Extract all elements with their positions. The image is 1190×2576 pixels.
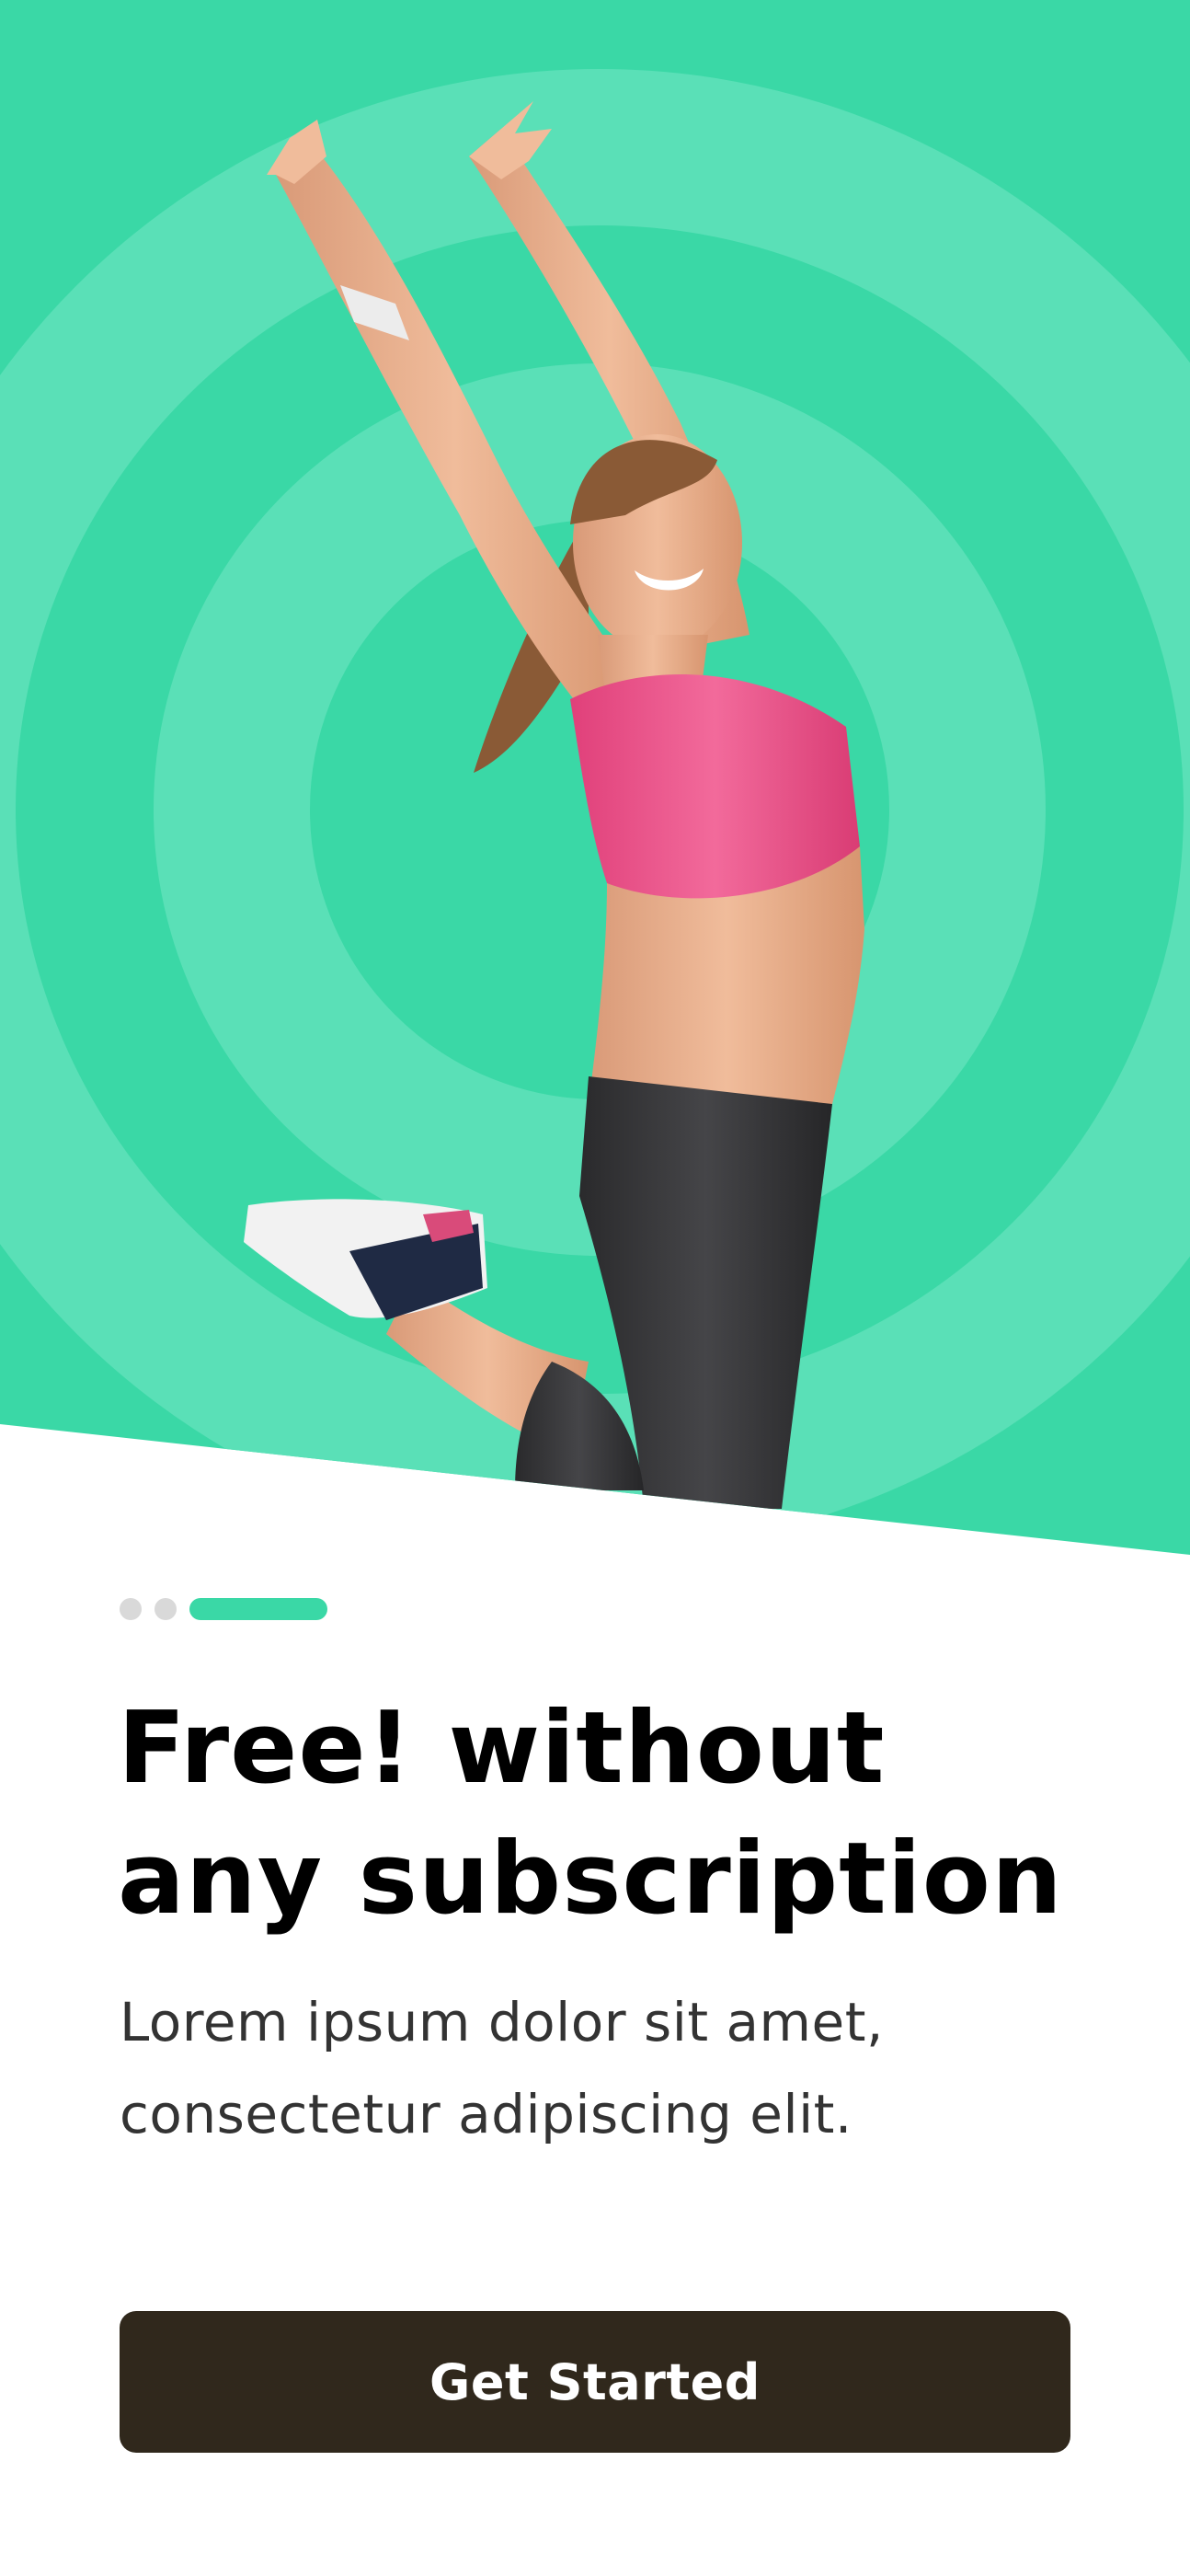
pager-dot-2[interactable] xyxy=(154,1598,177,1620)
onboarding-screen: Free! without any subscription Lorem ips… xyxy=(0,0,1190,2576)
get-started-button[interactable]: Get Started xyxy=(120,2311,1070,2453)
hero-section xyxy=(0,0,1190,1564)
onboarding-title: Free! without any subscription xyxy=(118,1691,1063,1937)
onboarding-pager xyxy=(120,1598,327,1620)
onboarding-subtitle: Lorem ipsum dolor sit amet, consectetur … xyxy=(120,1991,884,2145)
pager-dot-3-active[interactable] xyxy=(189,1598,327,1620)
hero-background xyxy=(0,0,1190,1555)
pager-dot-1[interactable] xyxy=(120,1598,142,1620)
